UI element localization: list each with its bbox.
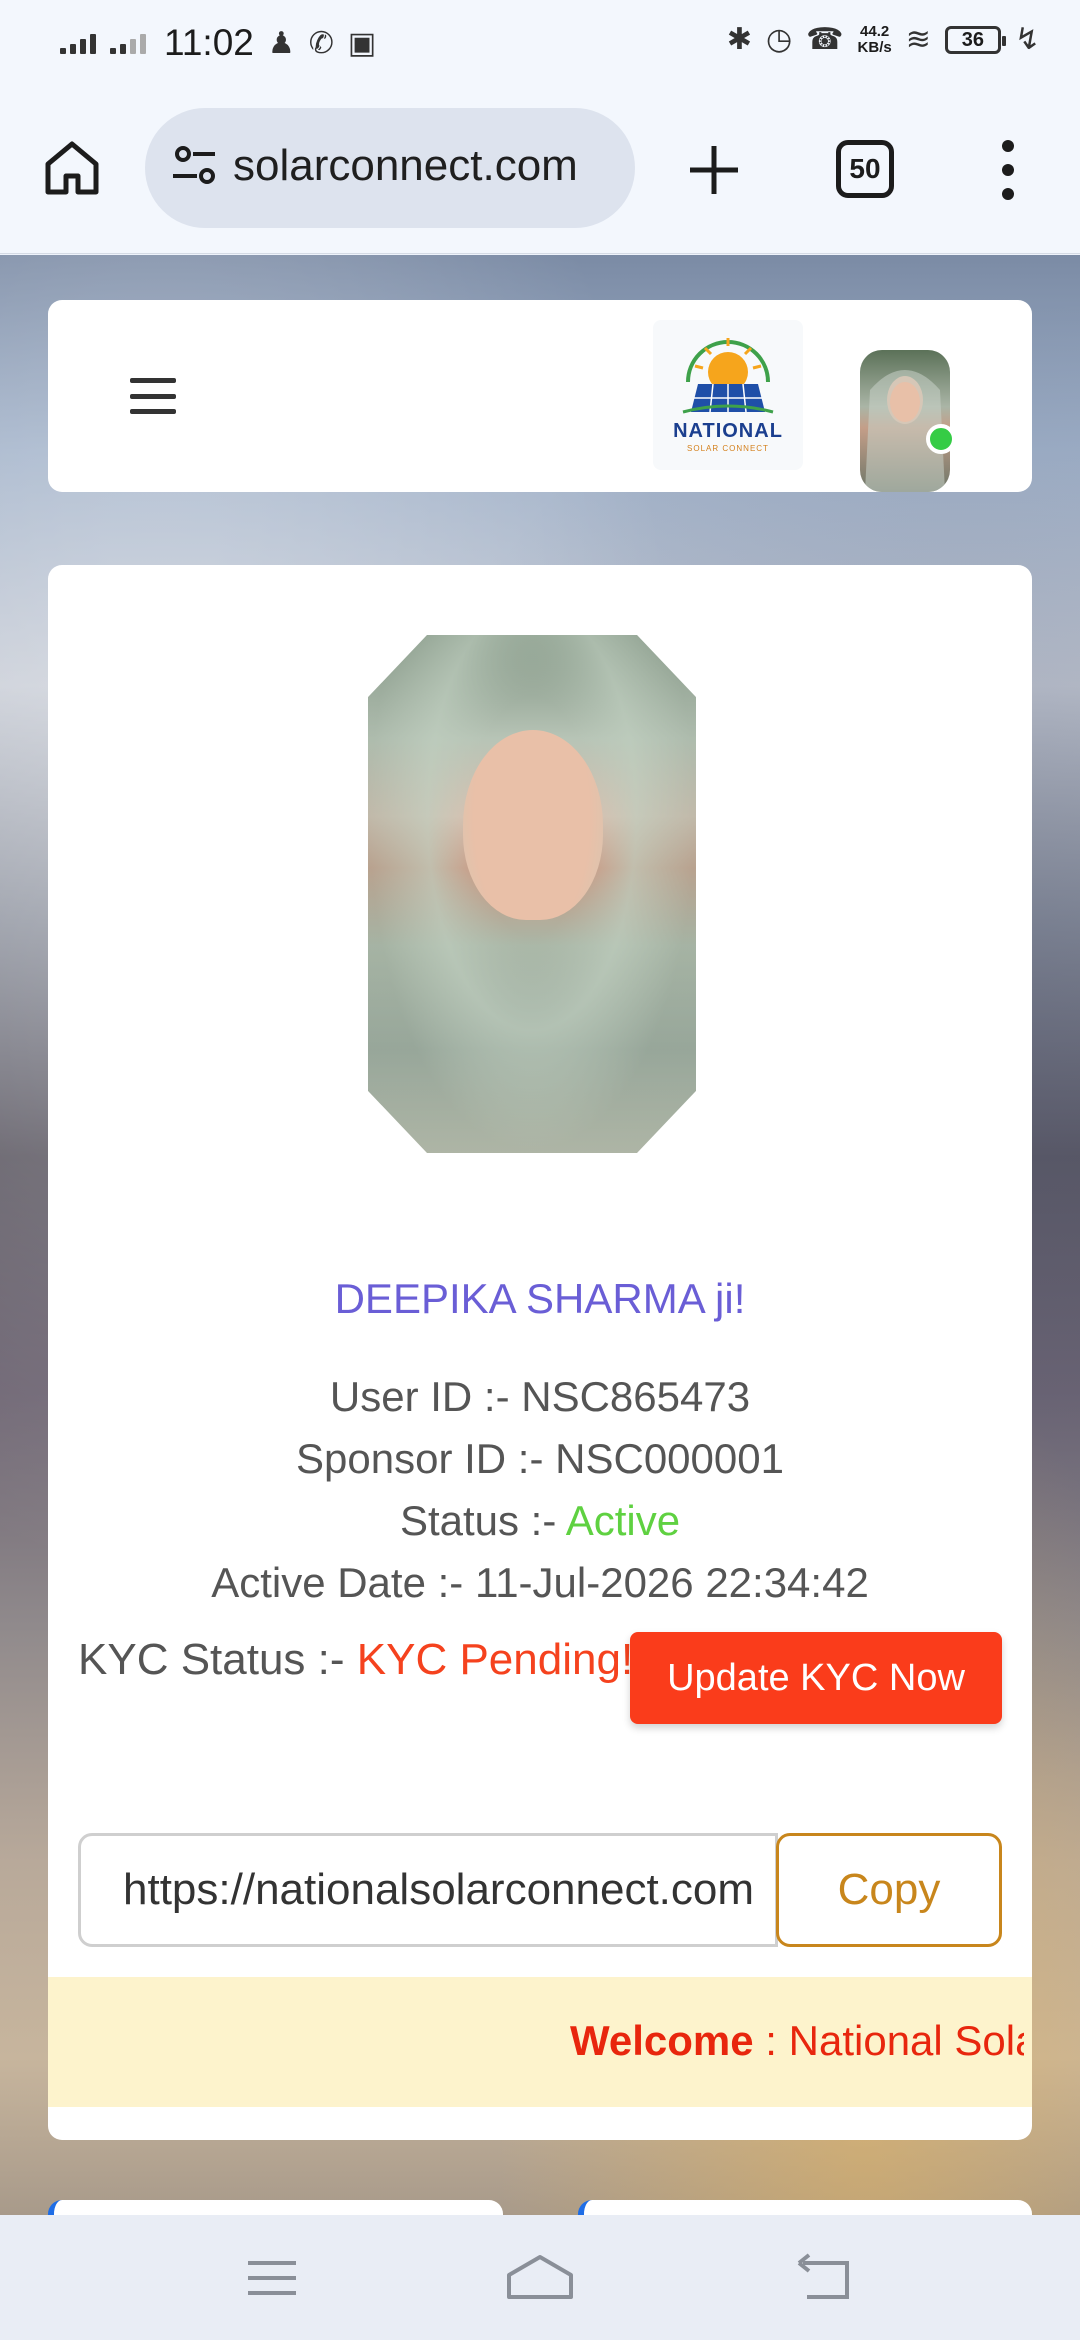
status-label: Status :-	[399, 1497, 566, 1544]
wifi-calling-icon: ☎	[806, 23, 844, 56]
marquee-bold: Welcome	[570, 2017, 754, 2064]
tabs-icon[interactable]: 50	[836, 140, 894, 198]
user-id-label: User ID :-	[329, 1373, 522, 1420]
welcome-marquee: Welcome : National Solar Connect	[48, 1977, 1032, 2107]
profile-card: DEEPIKA SHARMA ji! User ID :- NSC865473 …	[48, 565, 1032, 2140]
sponsor-id-value: NSC000001	[555, 1435, 784, 1482]
alarm-icon: ◷	[765, 23, 793, 56]
active-date-label: Active Date :-	[211, 1559, 475, 1606]
system-nav-bar	[0, 2215, 1080, 2340]
address-bar[interactable]: solarconnect.com	[145, 108, 635, 228]
avatar[interactable]	[860, 350, 950, 492]
plus-icon[interactable]	[686, 142, 742, 198]
kyc-status-line: KYC Status :- KYC Pending!	[78, 1635, 633, 1685]
web-content: NATIONAL SOLAR CONNECT DEEPIKA SHARMA ji…	[0, 255, 1080, 2215]
sponsor-id-line: Sponsor ID :- NSC000001	[48, 1435, 1032, 1483]
wifi-icon: ≋	[905, 23, 931, 56]
nav-home-icon[interactable]	[505, 2253, 575, 2303]
active-date-line: Active Date :- 11-Jul-2026 22:34:42	[48, 1559, 1032, 1607]
kyc-label: KYC Status :-	[78, 1635, 357, 1684]
home-icon[interactable]	[42, 138, 102, 198]
site-header: NATIONAL SOLAR CONNECT	[48, 300, 1032, 492]
status-line: Status :- Active	[48, 1497, 1032, 1545]
logo-title: NATIONAL	[673, 420, 783, 442]
net-speed: 44.2 KB/s	[857, 22, 892, 56]
dashboard-card-left	[48, 2200, 503, 2215]
status-value: Active	[565, 1497, 681, 1544]
user-id-line: User ID :- NSC865473	[48, 1373, 1032, 1421]
more-vert-icon[interactable]	[998, 140, 1018, 200]
back-icon[interactable]	[795, 2253, 855, 2303]
referral-link-input[interactable]: https://nationalsolarconnect.com	[78, 1833, 778, 1947]
user-name: DEEPIKA SHARMA ji!	[334, 1275, 746, 1322]
clock: 11:02	[164, 22, 254, 63]
signal-2-icon	[110, 32, 146, 54]
battery-icon: 36	[944, 25, 1006, 54]
marquee-text: : National Solar Connect	[765, 2017, 1024, 2064]
bluetooth-icon: ✱	[726, 23, 752, 56]
online-status-dot	[926, 424, 956, 454]
browser-toolbar: solarconnect.com 50	[0, 84, 1080, 254]
sponsor-id-label: Sponsor ID :-	[296, 1435, 556, 1482]
profile-photo	[368, 635, 696, 1153]
status-bar: 11:02 ♟ ✆ ▣ ✱ ◷ ☎ 44.2 KB/s ≋ 36 ↯	[0, 0, 1080, 84]
user-id-value: NSC865473	[521, 1373, 751, 1420]
site-logo[interactable]: NATIONAL SOLAR CONNECT	[653, 320, 803, 470]
whatsapp-icon: ✆	[308, 26, 334, 60]
kyc-status-value: KYC Pending!	[356, 1635, 634, 1684]
signal-1-icon	[60, 32, 96, 54]
active-date-value: 11-Jul-2026 22:34:42	[474, 1559, 869, 1606]
tune-icon[interactable]	[169, 140, 221, 192]
person-add-icon: ♟	[267, 26, 295, 60]
dashboard-card-right	[578, 2200, 1032, 2215]
update-kyc-button[interactable]: Update KYC Now	[630, 1632, 1002, 1724]
hamburger-icon[interactable]	[130, 378, 176, 414]
solar-panel-logo-icon	[682, 338, 774, 414]
instagram-icon: ▣	[347, 26, 377, 60]
recents-icon[interactable]	[242, 2253, 302, 2303]
url-text[interactable]: solarconnect.com	[233, 141, 578, 191]
copy-button[interactable]: Copy	[776, 1833, 1002, 1947]
logo-subtitle: SOLAR CONNECT	[687, 444, 769, 453]
charging-icon: ↯	[1014, 23, 1040, 56]
